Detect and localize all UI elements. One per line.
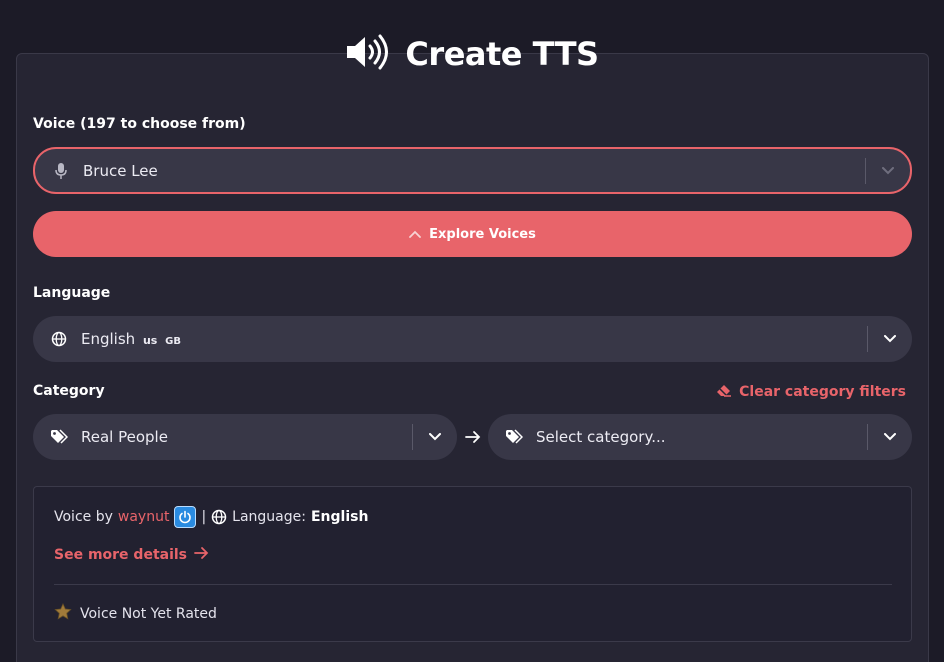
category-primary-value: Real People [81, 428, 168, 446]
category-secondary-select[interactable]: Select category... [488, 414, 912, 460]
chevron-up-icon [409, 227, 422, 242]
tags-icon [49, 427, 69, 447]
language-prefix: Language: [232, 509, 306, 525]
language-select[interactable]: English us GB [33, 316, 912, 362]
globe-icon [49, 329, 69, 349]
voice-credit-line: Voice by waynut | Language: English [54, 506, 368, 528]
chevron-down-icon[interactable] [868, 414, 912, 460]
voice-by-prefix: Voice by [54, 509, 113, 525]
chevron-down-icon[interactable] [866, 148, 910, 194]
explore-voices-button[interactable]: Explore Voices [33, 211, 912, 257]
microphone-icon [51, 161, 71, 181]
voice-label: Voice (197 to choose from) [33, 116, 246, 132]
speaker-loud-icon [345, 34, 391, 74]
category-secondary-placeholder: Select category... [536, 428, 666, 446]
chevron-down-icon[interactable] [413, 414, 457, 460]
language-tag-gb: GB [165, 336, 181, 347]
page-title: Create TTS [405, 35, 599, 73]
voice-select[interactable]: Bruce Lee [33, 147, 912, 194]
explore-voices-label: Explore Voices [429, 226, 536, 242]
language-value: English [310, 509, 369, 525]
category-primary-select[interactable]: Real People [33, 414, 457, 460]
voice-selected-value: Bruce Lee [83, 161, 158, 180]
globe-icon [211, 509, 227, 525]
language-name: English [81, 330, 136, 348]
page-header: Create TTS [0, 34, 944, 74]
details-divider [54, 584, 892, 585]
clear-category-filters-button[interactable]: Clear category filters [716, 383, 906, 401]
power-badge-icon [174, 506, 197, 528]
rating-line: Voice Not Yet Rated [54, 603, 217, 625]
credit-separator: | [201, 509, 207, 525]
language-tag-us: us [142, 334, 158, 347]
voice-details-box: Voice by waynut | Language: English See … [33, 486, 912, 642]
arrow-right-icon [194, 546, 210, 564]
star-icon [54, 603, 72, 625]
arrow-right-icon [464, 428, 482, 446]
clear-category-filters-label: Clear category filters [739, 384, 906, 400]
see-more-details-label: See more details [54, 547, 188, 563]
tags-icon [504, 427, 524, 447]
rating-label: Voice Not Yet Rated [80, 606, 217, 622]
eraser-icon [716, 383, 732, 401]
see-more-details-link[interactable]: See more details [54, 546, 210, 564]
chevron-down-icon[interactable] [868, 316, 912, 362]
author-link[interactable]: waynut [118, 509, 170, 525]
language-selected-value: English us GB [81, 330, 867, 348]
category-label: Category [33, 383, 105, 399]
language-label: Language [33, 285, 111, 301]
